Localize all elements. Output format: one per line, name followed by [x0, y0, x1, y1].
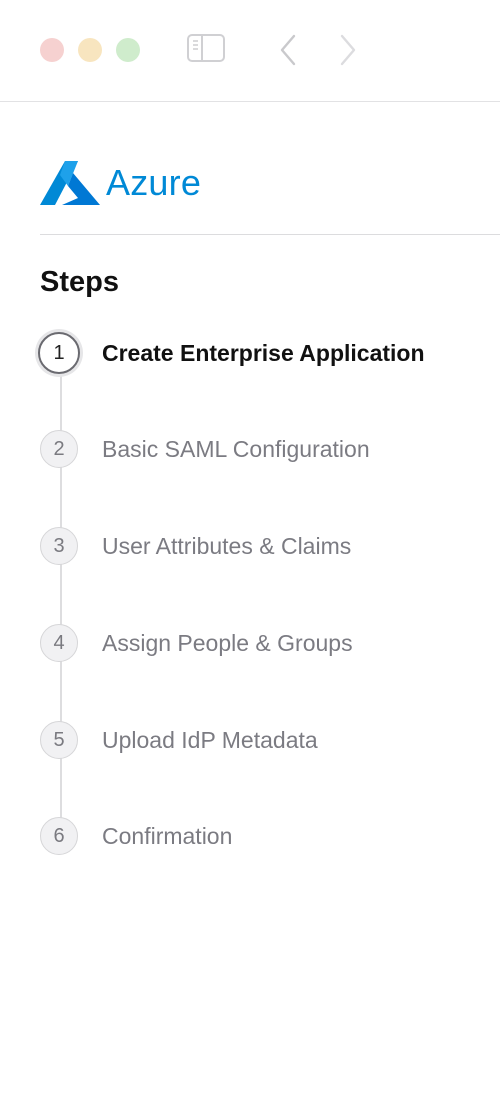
step-label: Assign People & Groups — [102, 629, 353, 656]
minimize-window-button[interactable] — [78, 38, 102, 62]
steps-heading: Steps — [40, 266, 119, 298]
app-window: Azure Steps 1 Create Enterprise Applicat… — [0, 0, 500, 1111]
step-number-badge: 5 — [40, 721, 78, 759]
step-item-1[interactable]: 1 Create Enterprise Application — [38, 332, 425, 374]
step-label: Basic SAML Configuration — [102, 435, 370, 462]
azure-logo: Azure — [40, 157, 201, 209]
step-item-6[interactable]: 6 Confirmation — [40, 816, 232, 856]
step-item-4[interactable]: 4 Assign People & Groups — [40, 623, 353, 663]
step-number-badge: 4 — [40, 624, 78, 662]
header-divider — [40, 234, 500, 235]
back-icon — [280, 34, 296, 66]
back-button[interactable] — [274, 30, 300, 75]
step-number-badge: 1 — [38, 332, 80, 374]
azure-logo-icon — [40, 161, 100, 205]
step-label: Create Enterprise Application — [102, 339, 425, 366]
close-window-button[interactable] — [40, 38, 64, 62]
step-item-5[interactable]: 5 Upload IdP Metadata — [40, 720, 318, 760]
step-item-2[interactable]: 2 Basic SAML Configuration — [40, 429, 370, 469]
maximize-window-button[interactable] — [116, 38, 140, 62]
step-label: Upload IdP Metadata — [102, 726, 318, 753]
title-bar — [0, 0, 500, 102]
step-number-badge: 3 — [40, 527, 78, 565]
step-label: User Attributes & Claims — [102, 532, 352, 559]
step-number-badge: 2 — [40, 430, 78, 468]
sidebar-toggle-button[interactable] — [186, 30, 226, 71]
forward-button[interactable] — [336, 30, 362, 75]
sidebar-icon — [187, 34, 225, 62]
step-label: Confirmation — [102, 822, 233, 849]
brand-name: Azure — [106, 162, 202, 203]
step-number-badge: 6 — [40, 817, 78, 855]
forward-icon — [340, 34, 356, 66]
step-item-3[interactable]: 3 User Attributes & Claims — [40, 526, 351, 566]
